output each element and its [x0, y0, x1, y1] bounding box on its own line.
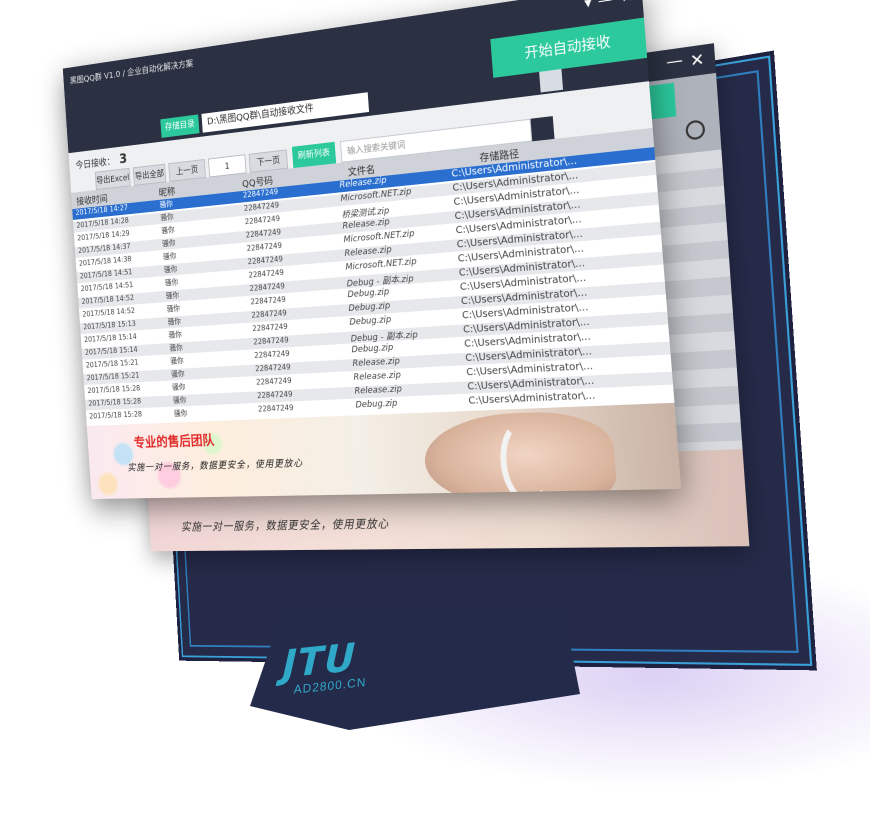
row-time: 2017/5/18 15:14 — [84, 332, 137, 344]
row-nick: 骚你 — [171, 369, 185, 380]
row-nick: 骚你 — [169, 342, 183, 353]
row-qq: 22847249 — [253, 336, 289, 347]
row-file: Release.zip — [353, 371, 401, 383]
row-qq: 22847249 — [244, 201, 280, 213]
row-qq: 22847249 — [247, 255, 283, 267]
row-file: Debug.zip — [355, 399, 398, 411]
col-header-nick[interactable]: 昵称 — [158, 183, 175, 199]
row-time: 2017/5/18 15:21 — [86, 371, 139, 382]
row-nick: 骚你 — [167, 316, 181, 327]
row-qq: 22847249 — [256, 376, 292, 386]
row-qq: 22847249 — [245, 214, 281, 226]
close-icon[interactable]: ✕ — [689, 49, 705, 71]
row-qq: 22847249 — [255, 363, 291, 374]
row-file: Debug.zip — [347, 287, 389, 300]
row-nick: 骚你 — [159, 198, 173, 210]
row-file: Debug.zip — [349, 315, 391, 328]
today-count: 3 — [119, 152, 128, 168]
row-qq: 22847249 — [249, 282, 285, 293]
col-header-file[interactable]: 文件名 — [347, 161, 376, 179]
row-qq: 22847249 — [245, 228, 281, 240]
row-file: Debug.zip — [351, 343, 394, 355]
row-nick: 骚你 — [162, 238, 176, 249]
row-time: 2017/5/18 15:28 — [87, 384, 140, 395]
row-qq: 22847249 — [252, 322, 288, 333]
minimize-icon[interactable]: — — [665, 50, 683, 72]
back-window-tagline: 实施一对一服务，数据更安全，使用更放心 — [181, 515, 390, 534]
row-nick: 骚你 — [166, 290, 180, 301]
row-nick: 骚你 — [165, 277, 179, 288]
row-qq: 22847249 — [246, 241, 282, 253]
row-time: 2017/5/18 15:14 — [85, 345, 138, 357]
row-time: 2017/5/18 15:28 — [89, 410, 142, 421]
row-nick: 骚你 — [163, 251, 177, 262]
row-time: 2017/5/18 15:21 — [86, 358, 139, 369]
row-qq: 22847249 — [250, 295, 286, 306]
row-file: Debug.zip — [348, 301, 390, 314]
row-nick: 骚你 — [168, 329, 182, 340]
row-file: Release.zip — [354, 385, 402, 397]
row-time: 2017/5/18 15:13 — [83, 319, 136, 331]
search-icon[interactable] — [685, 119, 705, 140]
row-time: 2017/5/18 14:52 — [82, 306, 135, 318]
row-nick: 骚你 — [170, 355, 184, 366]
row-qq: 22847249 — [257, 390, 293, 400]
row-qq: 22847249 — [248, 268, 284, 280]
row-file: Release.zip — [344, 245, 392, 259]
row-nick: 骚你 — [172, 382, 186, 393]
row-nick: 骚你 — [160, 211, 174, 223]
close-icon[interactable]: ✕ — [621, 0, 635, 7]
row-nick: 骚你 — [161, 225, 175, 237]
row-nick: 骚你 — [173, 395, 187, 406]
row-file: Release.zip — [352, 357, 400, 369]
row-time: 2017/5/18 14:52 — [81, 293, 134, 305]
row-qq: 22847249 — [251, 309, 287, 320]
row-nick: 骚你 — [166, 303, 180, 314]
minimize-icon[interactable]: — — [597, 0, 613, 10]
row-qq: 22847249 — [254, 349, 290, 360]
banner-headline: 专业的售后团队 — [133, 431, 215, 452]
row-qq: 22847249 — [258, 403, 294, 413]
brand-logo: JTU AD2800.CN — [281, 634, 393, 706]
row-time: 2017/5/18 15:28 — [88, 397, 141, 408]
row-nick: 骚你 — [174, 408, 188, 419]
menu-dropdown-icon[interactable]: ▾ — [584, 0, 593, 12]
row-nick: 骚你 — [164, 264, 178, 275]
search-icon[interactable] — [531, 116, 555, 141]
main-window: 黑图QQ群 V1.0 / 企业自动化解决方案 ▾ — ✕ 存储目录 D:\黑图Q… — [63, 0, 682, 499]
